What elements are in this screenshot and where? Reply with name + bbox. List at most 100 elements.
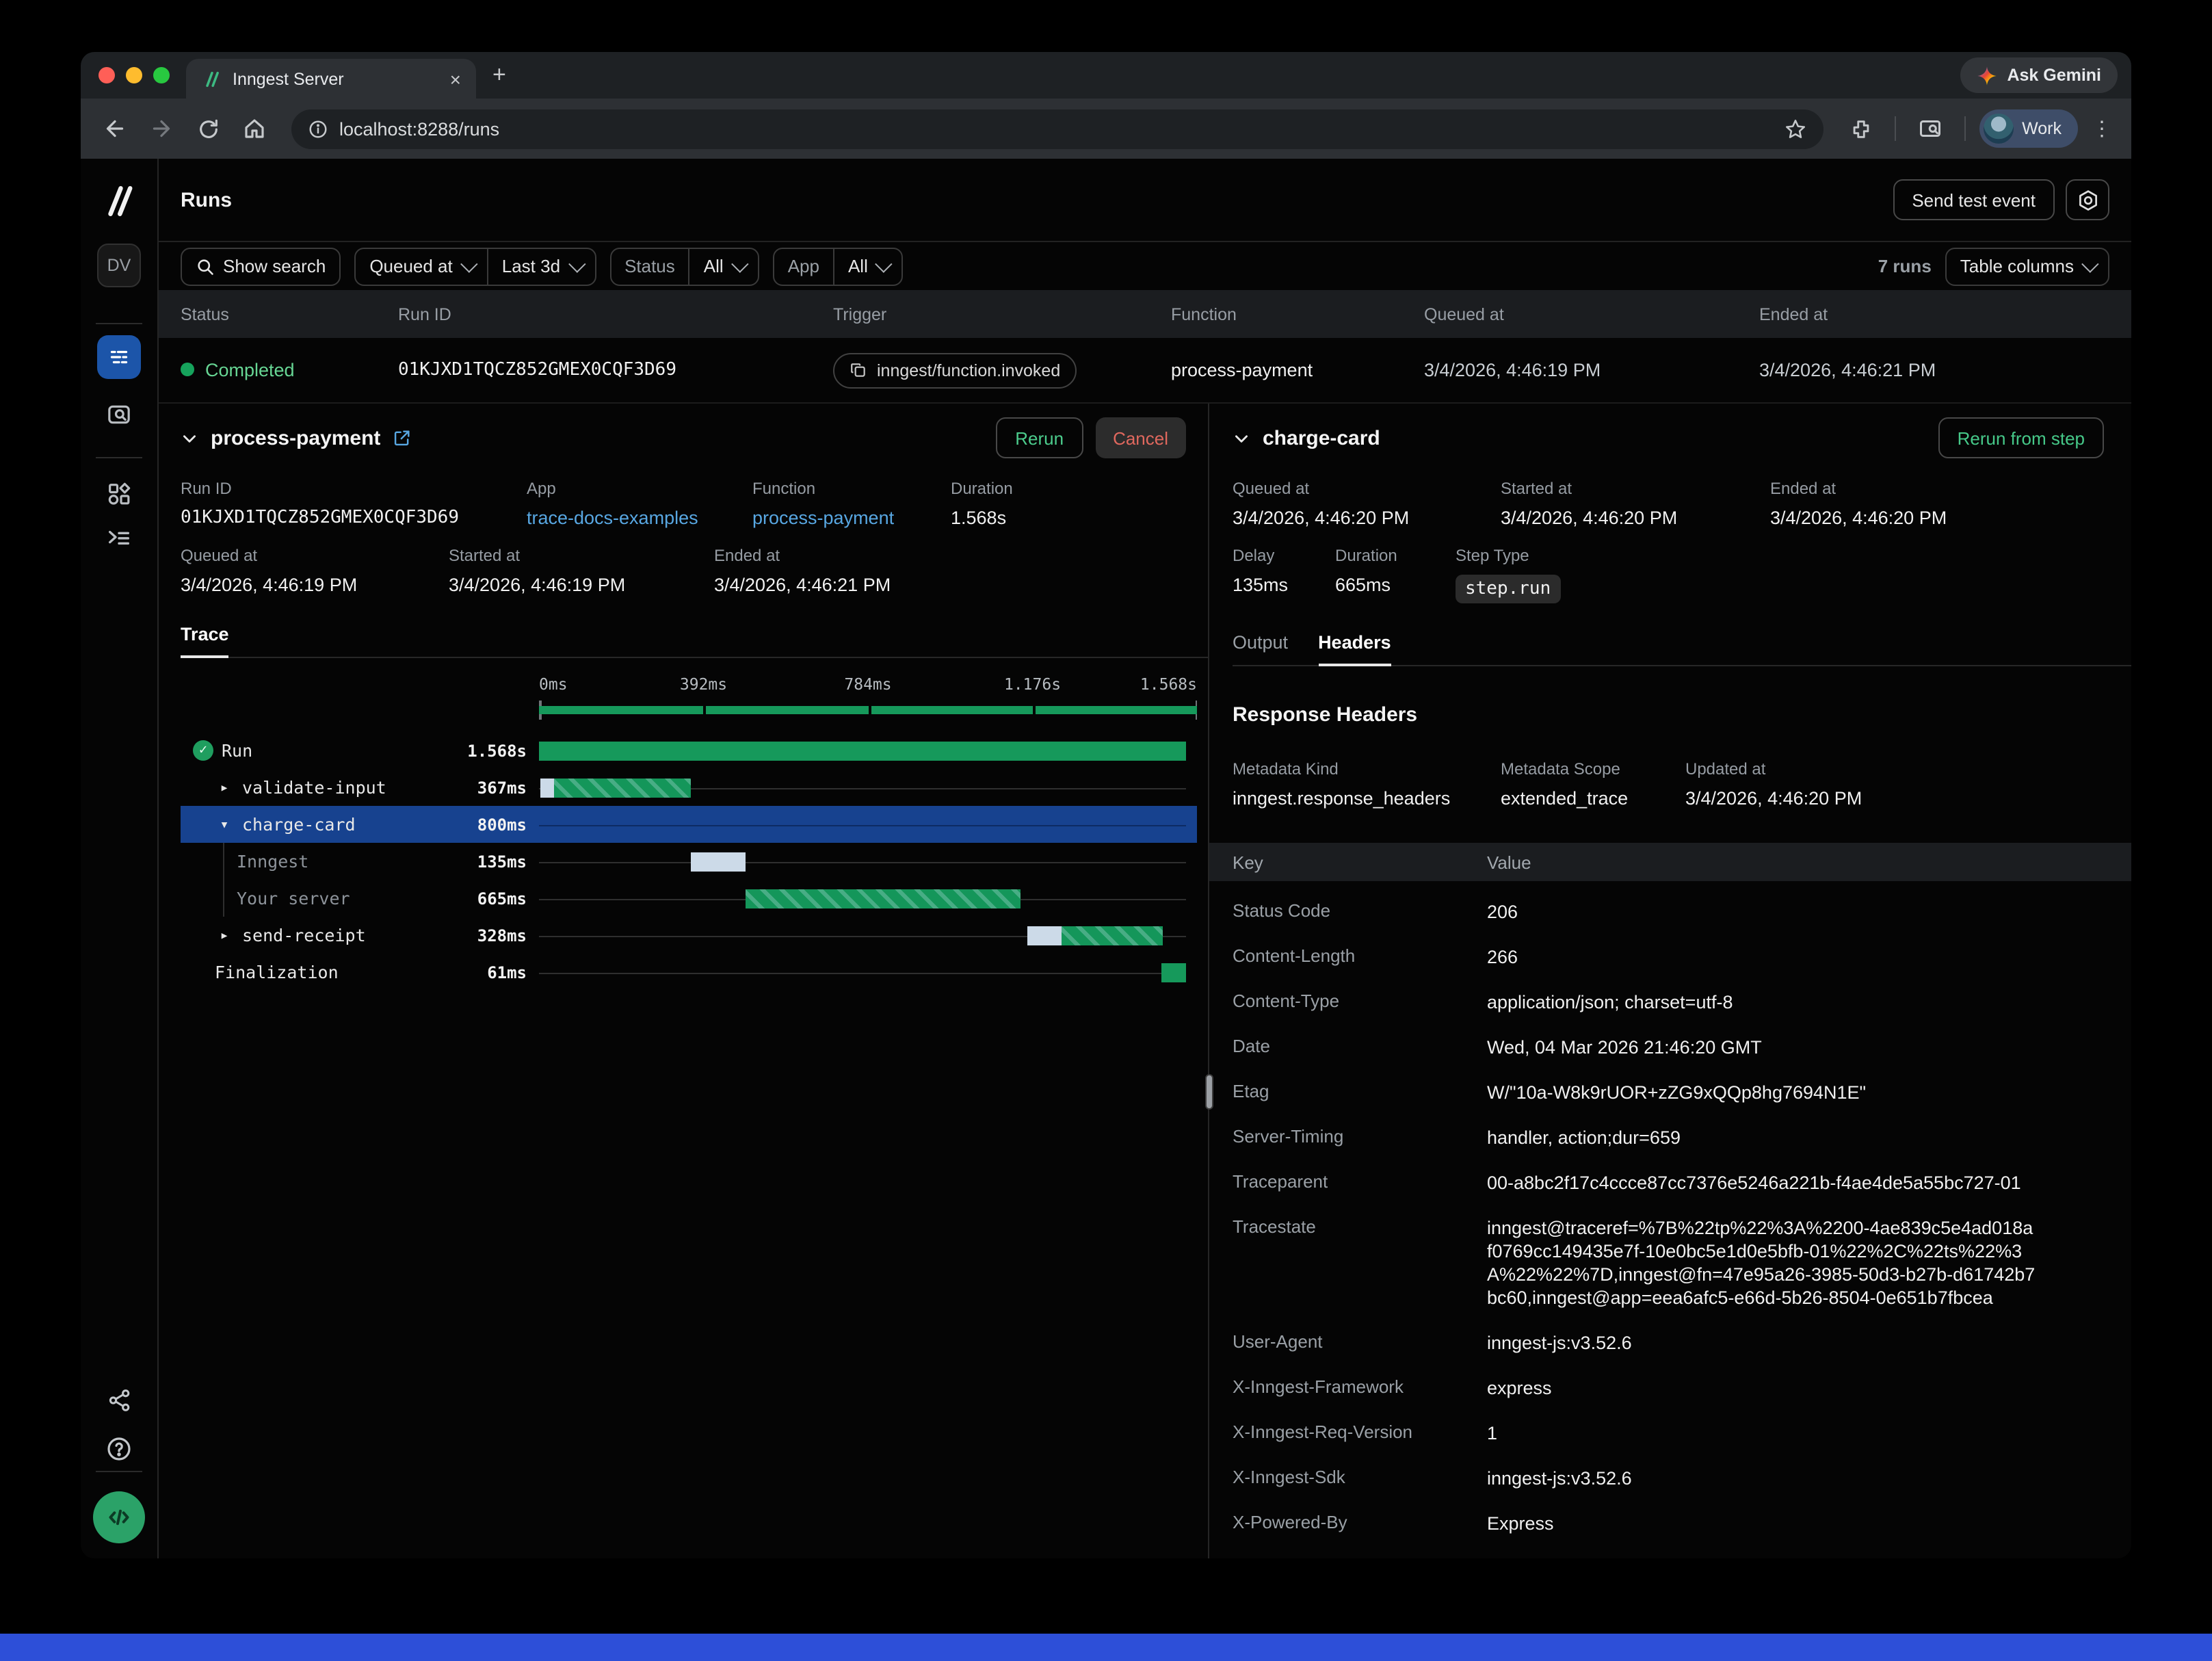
- app-link[interactable]: trace-docs-examples: [527, 508, 752, 528]
- home-icon[interactable]: [234, 108, 275, 149]
- detail-split: process-payment Rerun Cancel Run ID 01KJ…: [159, 404, 2131, 1558]
- help-icon: [105, 1435, 133, 1463]
- trace-span-name: Finalization: [215, 962, 339, 982]
- run-id-field: Run ID 01KJXD1TQCZ852GMEX0CQF3D69: [181, 479, 527, 528]
- cancel-button[interactable]: Cancel: [1095, 417, 1186, 458]
- close-window-button[interactable]: [98, 67, 115, 83]
- header-key: Date: [1233, 1036, 1487, 1059]
- trigger-badge[interactable]: inngest/function.invoked: [833, 352, 1077, 388]
- site-info-icon[interactable]: [308, 118, 328, 139]
- trace-row-icon[interactable]: [215, 815, 234, 833]
- dev-mode-button[interactable]: [93, 1491, 145, 1543]
- header-value[interactable]: Wed, 04 Mar 2026 21:46:20 GMT: [1487, 1036, 2036, 1059]
- trace-span-duration: 328ms: [477, 926, 527, 945]
- trace-row-icon[interactable]: [215, 926, 234, 944]
- run-table-row[interactable]: Completed 01KJXD1TQCZ852GMEX0CQF3D69 inn…: [159, 338, 2131, 404]
- trace-row[interactable]: Run 1.568s: [181, 732, 1197, 769]
- url-text[interactable]: localhost:8288/runs: [339, 118, 1773, 139]
- header-value[interactable]: inngest-js:v3.52.6: [1487, 1467, 2036, 1490]
- runs-table-header: StatusRun ID TriggerFunction Queued atEn…: [159, 290, 2131, 338]
- header-value[interactable]: 00-a8bc2f17c4ccce87cc7376e5246a221b-f4ae…: [1487, 1171, 2036, 1194]
- extensions-icon[interactable]: [1840, 108, 1881, 149]
- profile-button[interactable]: Work: [1979, 109, 2078, 148]
- header-row: Status Code 206: [1233, 889, 2131, 934]
- trace-minimap[interactable]: [539, 699, 1197, 721]
- collapse-chevron-icon[interactable]: [181, 429, 198, 447]
- run-detail-pane: process-payment Rerun Cancel Run ID 01KJ…: [159, 404, 1209, 1558]
- tab-trace[interactable]: Trace: [181, 624, 229, 657]
- ask-gemini-button[interactable]: Ask Gemini: [1960, 57, 2118, 93]
- header-value[interactable]: inngest-js:v3.52.6: [1487, 1331, 2036, 1355]
- header-value[interactable]: handler, action;dur=659: [1487, 1126, 2036, 1149]
- tab-headers[interactable]: Headers: [1318, 632, 1391, 665]
- rerun-from-step-button[interactable]: Rerun from step: [1938, 417, 2104, 458]
- queued-at-dropdown[interactable]: Queued at: [356, 248, 486, 284]
- close-tab-icon[interactable]: ×: [446, 68, 465, 90]
- sidebar-item-stream[interactable]: [97, 516, 141, 560]
- collapse-chevron-icon[interactable]: [1233, 429, 1250, 447]
- side-panel-search-icon[interactable]: [1910, 108, 1951, 149]
- trace-row-icon[interactable]: [215, 779, 234, 796]
- trace-row[interactable]: Finalization 61ms: [181, 954, 1197, 991]
- sidebar-item-event-search[interactable]: [97, 393, 141, 436]
- sidebar-item-runs[interactable]: [97, 335, 141, 379]
- minimize-window-button[interactable]: [126, 67, 142, 83]
- share-button[interactable]: [97, 1378, 141, 1422]
- table-columns-dropdown[interactable]: Table columns: [1945, 247, 2109, 285]
- pane-resize-handle[interactable]: [1205, 1074, 1213, 1110]
- zoom-window-button[interactable]: [153, 67, 170, 83]
- tab-output[interactable]: Output: [1233, 632, 1288, 665]
- time-range-dropdown[interactable]: Last 3d: [487, 248, 594, 284]
- show-search-button[interactable]: Show search: [181, 247, 341, 285]
- copy-icon[interactable]: [850, 361, 867, 379]
- browser-menu-icon[interactable]: ⋮: [2086, 116, 2118, 141]
- trace-row[interactable]: Your server 665ms: [181, 880, 1197, 917]
- workspace-badge[interactable]: DV: [97, 244, 141, 287]
- new-tab-button[interactable]: +: [476, 62, 523, 89]
- search-icon: [196, 257, 215, 276]
- header-value[interactable]: application/json; charset=utf-8: [1487, 991, 2036, 1014]
- header-value[interactable]: 266: [1487, 945, 2036, 969]
- help-button[interactable]: [97, 1427, 141, 1471]
- status-filter[interactable]: Status All: [609, 247, 759, 285]
- tab-title: Inngest Server: [233, 69, 435, 88]
- time-field-filter[interactable]: Queued at Last 3d: [354, 247, 596, 285]
- rerun-button[interactable]: Rerun: [996, 417, 1083, 458]
- reload-icon[interactable]: [187, 108, 228, 149]
- metadata-kind-field: Metadata Kind inngest.response_headers: [1233, 759, 1501, 809]
- trace-row[interactable]: charge-card 800ms: [181, 806, 1197, 843]
- header-value[interactable]: express: [1487, 1376, 2036, 1400]
- trace-row[interactable]: Inngest 135ms: [181, 843, 1197, 880]
- address-bar[interactable]: localhost:8288/runs: [291, 109, 1823, 148]
- trace-row[interactable]: validate-input 367ms: [181, 769, 1197, 806]
- trace-row-icon[interactable]: [193, 740, 213, 761]
- app-field: App trace-docs-examples: [527, 479, 752, 528]
- header-value[interactable]: inngest@traceref=%7B%22tp%22%3A%2200-4ae…: [1487, 1216, 2036, 1309]
- trace-track: [539, 732, 1186, 769]
- settings-button[interactable]: [2066, 179, 2109, 220]
- app-dropdown[interactable]: All: [833, 248, 902, 284]
- status-dropdown[interactable]: All: [689, 248, 758, 284]
- browser-tab[interactable]: Inngest Server ×: [186, 59, 476, 99]
- chevron-down-icon: [875, 255, 893, 272]
- header-value[interactable]: Express: [1487, 1512, 2036, 1535]
- header-value[interactable]: 206: [1487, 900, 2036, 924]
- sidebar-item-apps[interactable]: [97, 472, 141, 516]
- function-link[interactable]: process-payment: [752, 508, 951, 528]
- status-text: Completed: [205, 359, 295, 380]
- header-value[interactable]: W/"10a-W8k9rUOR+zZG9xQQp8hg7694N1E": [1487, 1081, 2036, 1104]
- send-test-event-button[interactable]: Send test event: [1893, 179, 2055, 220]
- window-controls[interactable]: [81, 52, 186, 99]
- forward-icon[interactable]: [141, 108, 182, 149]
- step-type-field: Step Type step.run: [1456, 546, 1560, 603]
- bookmark-star-icon[interactable]: [1784, 117, 1807, 140]
- run-id-value[interactable]: 01KJXD1TQCZ852GMEX0CQF3D69: [181, 508, 527, 528]
- external-link-icon[interactable]: [393, 428, 412, 447]
- app-filter[interactable]: App All: [773, 247, 904, 285]
- trace-row[interactable]: send-receipt 328ms: [181, 917, 1197, 954]
- trace-span-name: charge-card: [242, 814, 356, 835]
- header-key: Content-Length: [1233, 945, 1487, 969]
- back-icon[interactable]: [94, 108, 135, 149]
- header-value[interactable]: 1: [1487, 1422, 2036, 1445]
- rail-divider: [96, 323, 142, 324]
